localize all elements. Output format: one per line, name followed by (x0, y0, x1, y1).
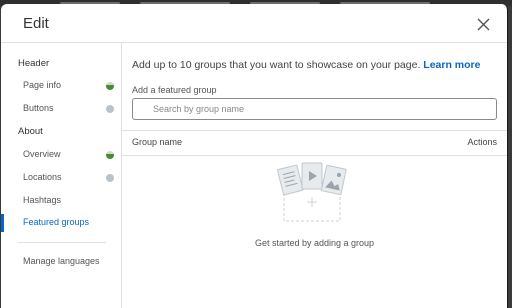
close-icon (477, 18, 489, 30)
dialog-header: Edit (1, 4, 507, 43)
sidebar-item-label: Featured groups (23, 217, 90, 227)
sidebar-item-label: Buttons (23, 103, 54, 113)
sidebar-item-label: Manage languages (23, 256, 100, 266)
sidebar-item-page-info[interactable]: Page info (1, 77, 120, 95)
search-input[interactable] (153, 99, 483, 119)
close-button[interactable] (471, 12, 495, 36)
sidebar-divider (18, 242, 106, 243)
sidebar-item-overview[interactable]: Overview (1, 146, 120, 164)
sidebar-nav: Header Page info Buttons About Overview … (1, 43, 122, 308)
empty-state-illustration-icon (272, 161, 352, 227)
status-complete-icon (106, 82, 114, 90)
field-label: Add a featured group (132, 85, 217, 95)
featured-groups-panel: Add up to 10 groups that you want to sho… (122, 43, 507, 308)
dialog-title: Edit (23, 15, 49, 32)
sidebar-item-label: Hashtags (23, 195, 62, 205)
intro-text: Add up to 10 groups that you want to sho… (132, 59, 480, 71)
sidebar-item-label: Page info (23, 80, 62, 90)
column-header-actions: Actions (467, 137, 497, 147)
status-incomplete-icon (106, 174, 114, 182)
learn-more-link[interactable]: Learn more (423, 59, 480, 71)
column-header-group-name: Group name (132, 137, 183, 147)
search-field[interactable] (132, 98, 497, 120)
sidebar-item-label: Overview (23, 149, 61, 159)
status-complete-icon (106, 151, 114, 159)
sidebar-item-hashtags[interactable]: Hashtags (1, 192, 120, 210)
sidebar-item-label: Locations (23, 172, 62, 182)
sidebar-section-about: About (18, 126, 43, 137)
sidebar-item-manage-languages[interactable]: Manage languages (1, 253, 120, 271)
intro-description: Add up to 10 groups that you want to sho… (132, 59, 421, 71)
sidebar-item-locations[interactable]: Locations (1, 169, 120, 187)
table-header: Group name Actions (122, 130, 507, 156)
sidebar-section-header: Header (18, 58, 50, 69)
sidebar-item-featured-groups[interactable]: Featured groups (1, 214, 120, 232)
empty-state-message: Get started by adding a group (254, 238, 375, 248)
edit-dialog: Edit Header Page info Buttons About Over… (1, 4, 508, 308)
status-incomplete-icon (106, 105, 114, 113)
sidebar-item-buttons[interactable]: Buttons (1, 100, 120, 118)
